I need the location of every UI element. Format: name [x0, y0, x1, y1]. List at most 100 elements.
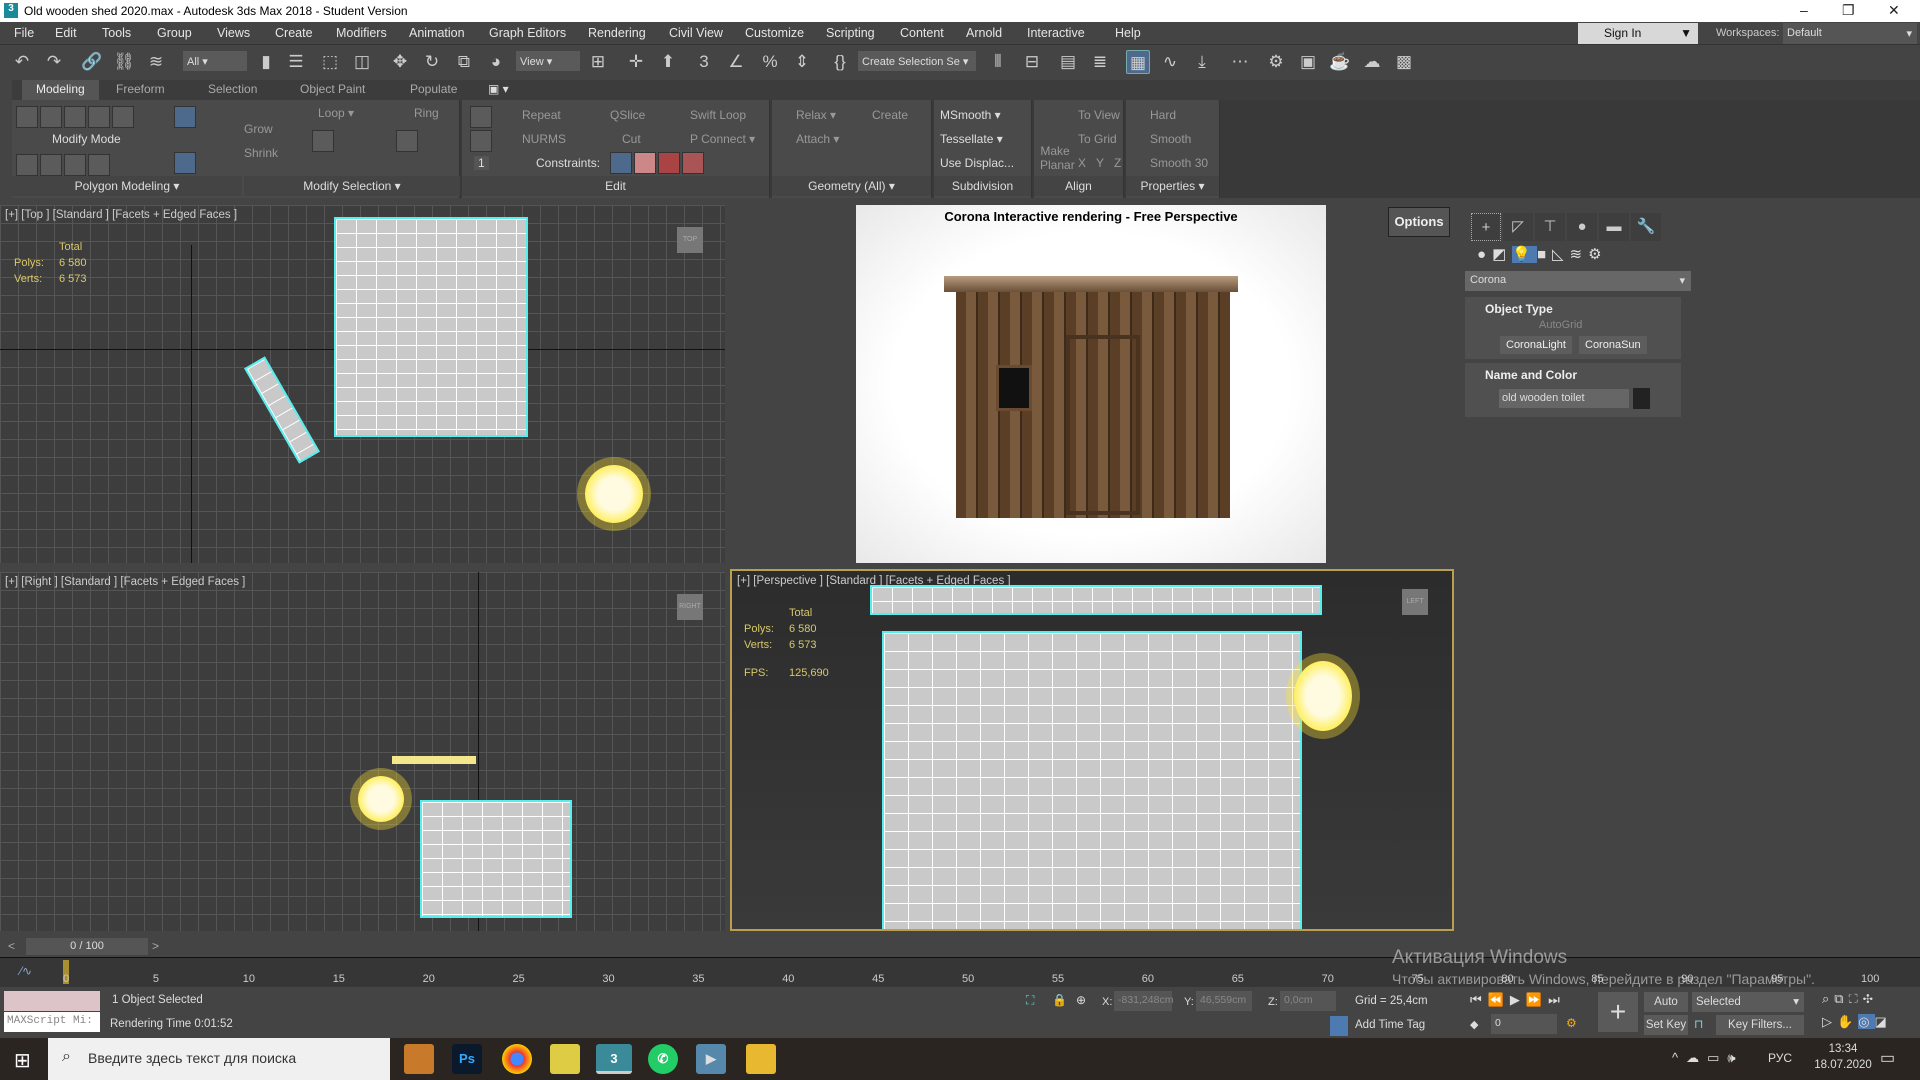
- redo-icon[interactable]: ↷: [42, 50, 66, 74]
- to-grid-button[interactable]: To Grid: [1078, 132, 1117, 146]
- modify-tab-icon[interactable]: ◸: [1503, 213, 1533, 241]
- stack-up-icon[interactable]: [174, 152, 196, 174]
- time-configuration-icon[interactable]: ⚙: [1566, 1016, 1577, 1030]
- msmooth-button[interactable]: MSmooth ▾: [940, 108, 1001, 122]
- undo-icon[interactable]: ↶: [10, 50, 34, 74]
- select-by-name-icon[interactable]: ☰: [284, 50, 308, 74]
- constraint-face-icon[interactable]: [658, 152, 680, 174]
- edit-named-selection-icon[interactable]: {}: [828, 50, 852, 74]
- go-to-end-icon[interactable]: ⏭: [1548, 992, 1566, 1007]
- viewport-right[interactable]: [+] [Right ] [Standard ] [Facets + Edged…: [0, 572, 725, 931]
- modify-selection-label[interactable]: Modify Selection ▾: [244, 176, 460, 196]
- viewcube-top[interactable]: TOP: [677, 227, 703, 253]
- corona-sun-perspective[interactable]: [1294, 661, 1352, 731]
- taskbar-whatsapp-icon[interactable]: ✆: [648, 1044, 678, 1074]
- orbit-icon[interactable]: ◎: [1858, 1014, 1875, 1029]
- menu-create[interactable]: Create: [275, 26, 313, 40]
- menu-civil-view[interactable]: Civil View: [669, 26, 723, 40]
- preserve-uvs-icon[interactable]: [64, 154, 86, 176]
- corona-light-button[interactable]: CoronaLight: [1500, 336, 1572, 354]
- menu-customize[interactable]: Customize: [745, 26, 804, 40]
- set-keys-button[interactable]: +: [1598, 992, 1638, 1032]
- zoom-icon[interactable]: ⌕: [1822, 991, 1834, 1006]
- use-displacement-button[interactable]: Use Displac...: [940, 156, 1014, 170]
- menu-edit[interactable]: Edit: [55, 26, 77, 40]
- hierarchy-tab-icon[interactable]: ⊤: [1535, 213, 1565, 241]
- y-coordinate-field[interactable]: 46,559cm: [1196, 991, 1252, 1011]
- menu-tools[interactable]: Tools: [102, 26, 131, 40]
- taskbar-3dsmax-icon[interactable]: 3: [596, 1044, 632, 1074]
- autogrid-checkbox[interactable]: AutoGrid: [1539, 319, 1582, 331]
- corona-sun-button[interactable]: CoronaSun: [1579, 336, 1647, 354]
- close-button[interactable]: ✕: [1888, 2, 1900, 19]
- element-icon[interactable]: [112, 106, 134, 128]
- shed-mesh-right[interactable]: [420, 800, 572, 918]
- reference-coordinate-dropdown[interactable]: View ▾: [516, 51, 580, 71]
- viewcube-perspective[interactable]: LEFT: [1402, 589, 1428, 615]
- menu-modifiers[interactable]: Modifiers: [336, 26, 387, 40]
- menu-interactive[interactable]: Interactive: [1027, 26, 1085, 40]
- preserve-uv-icon[interactable]: [470, 106, 492, 128]
- object-color-swatch[interactable]: [1633, 388, 1650, 409]
- previous-key-icon[interactable]: ⏪: [1488, 992, 1510, 1007]
- loop-grow-icon[interactable]: [312, 130, 334, 152]
- menu-rendering[interactable]: Rendering: [588, 26, 646, 40]
- constraint-edge-icon[interactable]: [634, 152, 656, 174]
- zoom-extents-all-icon[interactable]: ✣: [1863, 991, 1878, 1006]
- subdivision-label[interactable]: Subdivision: [934, 176, 1031, 196]
- tessellate-button[interactable]: Tessellate ▾: [940, 132, 1003, 146]
- maxscript-listener-output[interactable]: [4, 991, 100, 1011]
- schematic-view-icon[interactable]: ⋯: [1228, 50, 1252, 74]
- unlink-icon[interactable]: ⛓: [112, 50, 136, 74]
- scene-explorer-icon[interactable]: ▦: [1126, 50, 1150, 74]
- tab-modeling[interactable]: Modeling: [22, 80, 99, 100]
- object-type-header[interactable]: Object Type: [1465, 297, 1681, 316]
- onedrive-icon[interactable]: ☁: [1686, 1050, 1707, 1065]
- taskbar-chrome-icon[interactable]: [502, 1044, 532, 1074]
- by-angle-icon[interactable]: [40, 154, 62, 176]
- field-of-view-icon[interactable]: ▷: [1822, 1014, 1837, 1029]
- pan-icon[interactable]: ✋: [1837, 1014, 1858, 1029]
- edit-label[interactable]: Edit: [462, 176, 769, 196]
- viewport-top-label[interactable]: [+] [Top ] [Standard ] [Facets + Edged F…: [5, 209, 237, 221]
- percent-snap-icon[interactable]: %: [758, 50, 782, 74]
- prev-frame-button[interactable]: <: [8, 939, 15, 953]
- next-key-icon[interactable]: ⏩: [1526, 992, 1548, 1007]
- cameras-icon[interactable]: ■: [1537, 246, 1552, 263]
- key-mode-toggle-icon[interactable]: ◆: [1470, 1018, 1478, 1031]
- geometry-all-label[interactable]: Geometry (All) ▾: [772, 176, 931, 196]
- polygon-modeling-label[interactable]: Polygon Modeling ▾: [12, 176, 242, 196]
- hard-button[interactable]: Hard: [1150, 108, 1176, 122]
- snaps-toggle-icon[interactable]: 3: [692, 50, 716, 74]
- border-icon[interactable]: [64, 106, 86, 128]
- viewport-perspective-label[interactable]: [+] [Perspective ] [Standard ] [Facets +…: [737, 575, 1011, 587]
- selection-filter-dropdown[interactable]: All ▾: [183, 51, 247, 71]
- render-options-button[interactable]: Options: [1388, 207, 1450, 237]
- select-object-icon[interactable]: ▮: [254, 50, 278, 74]
- current-frame-field[interactable]: 0: [1491, 1014, 1557, 1034]
- cut-button[interactable]: Cut: [622, 132, 641, 146]
- shed-mesh-perspective[interactable]: [882, 631, 1302, 929]
- key-filters-button[interactable]: Key Filters...: [1716, 1015, 1804, 1035]
- tray-overflow-icon[interactable]: ^: [1672, 1050, 1686, 1065]
- auto-key-button[interactable]: Auto Key: [1644, 992, 1688, 1028]
- menu-animation[interactable]: Animation: [409, 26, 465, 40]
- menu-views[interactable]: Views: [217, 26, 250, 40]
- align-y-button[interactable]: Y: [1096, 156, 1104, 170]
- bind-space-warp-icon[interactable]: ≋: [144, 50, 168, 74]
- add-time-tag-button[interactable]: Add Time Tag: [1355, 1019, 1425, 1031]
- taskbar-fl-studio-icon[interactable]: [550, 1044, 580, 1074]
- nurms-toggle-icon[interactable]: [88, 154, 110, 176]
- ribbon-options-icon[interactable]: ▣ ▾: [488, 82, 509, 96]
- nurms-button[interactable]: NURMS: [522, 132, 566, 146]
- viewcube-right[interactable]: RIGHT: [677, 594, 703, 620]
- attach-button[interactable]: Attach ▾: [796, 132, 839, 146]
- shrink-button[interactable]: Shrink: [244, 146, 278, 160]
- p-connect-button[interactable]: P Connect ▾: [690, 132, 755, 146]
- helpers-icon[interactable]: ◺: [1552, 246, 1570, 263]
- taskbar-file-explorer-icon[interactable]: [746, 1044, 776, 1074]
- rectangle-selection-icon[interactable]: ⬚: [318, 50, 342, 74]
- tweak-icon[interactable]: [470, 130, 492, 152]
- smooth-button[interactable]: Smooth: [1150, 132, 1191, 146]
- align-label[interactable]: Align: [1034, 176, 1123, 196]
